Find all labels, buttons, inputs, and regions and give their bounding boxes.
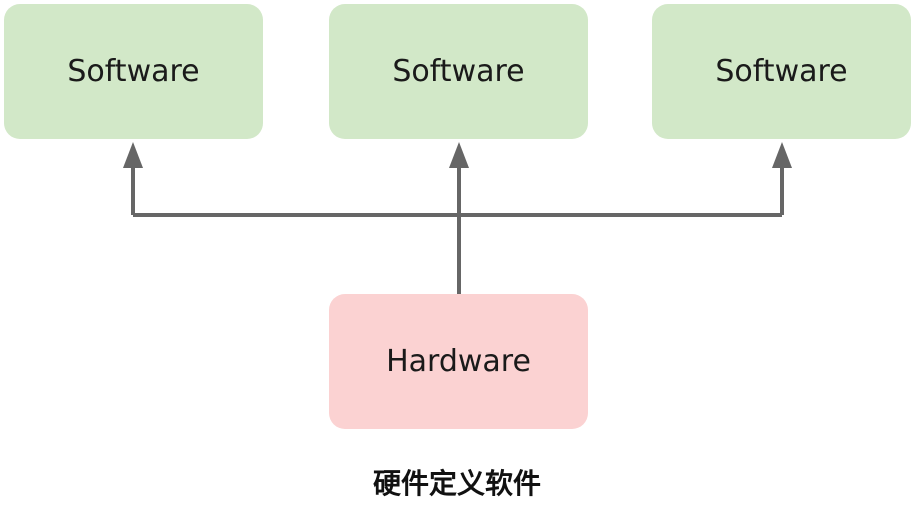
software-box-3: Software (652, 4, 911, 139)
software-box-2: Software (329, 4, 588, 139)
software-box-1: Software (4, 4, 263, 139)
arrow-to-software-3 (772, 142, 792, 168)
software-label-2: Software (392, 54, 525, 89)
hardware-box: Hardware (329, 294, 588, 429)
hardware-label: Hardware (386, 344, 531, 379)
arrow-to-software-2 (449, 142, 469, 168)
software-label-3: Software (715, 54, 848, 89)
arrow-to-software-1 (123, 142, 143, 168)
diagram-caption: 硬件定义软件 (372, 467, 541, 500)
software-label-1: Software (67, 54, 200, 89)
